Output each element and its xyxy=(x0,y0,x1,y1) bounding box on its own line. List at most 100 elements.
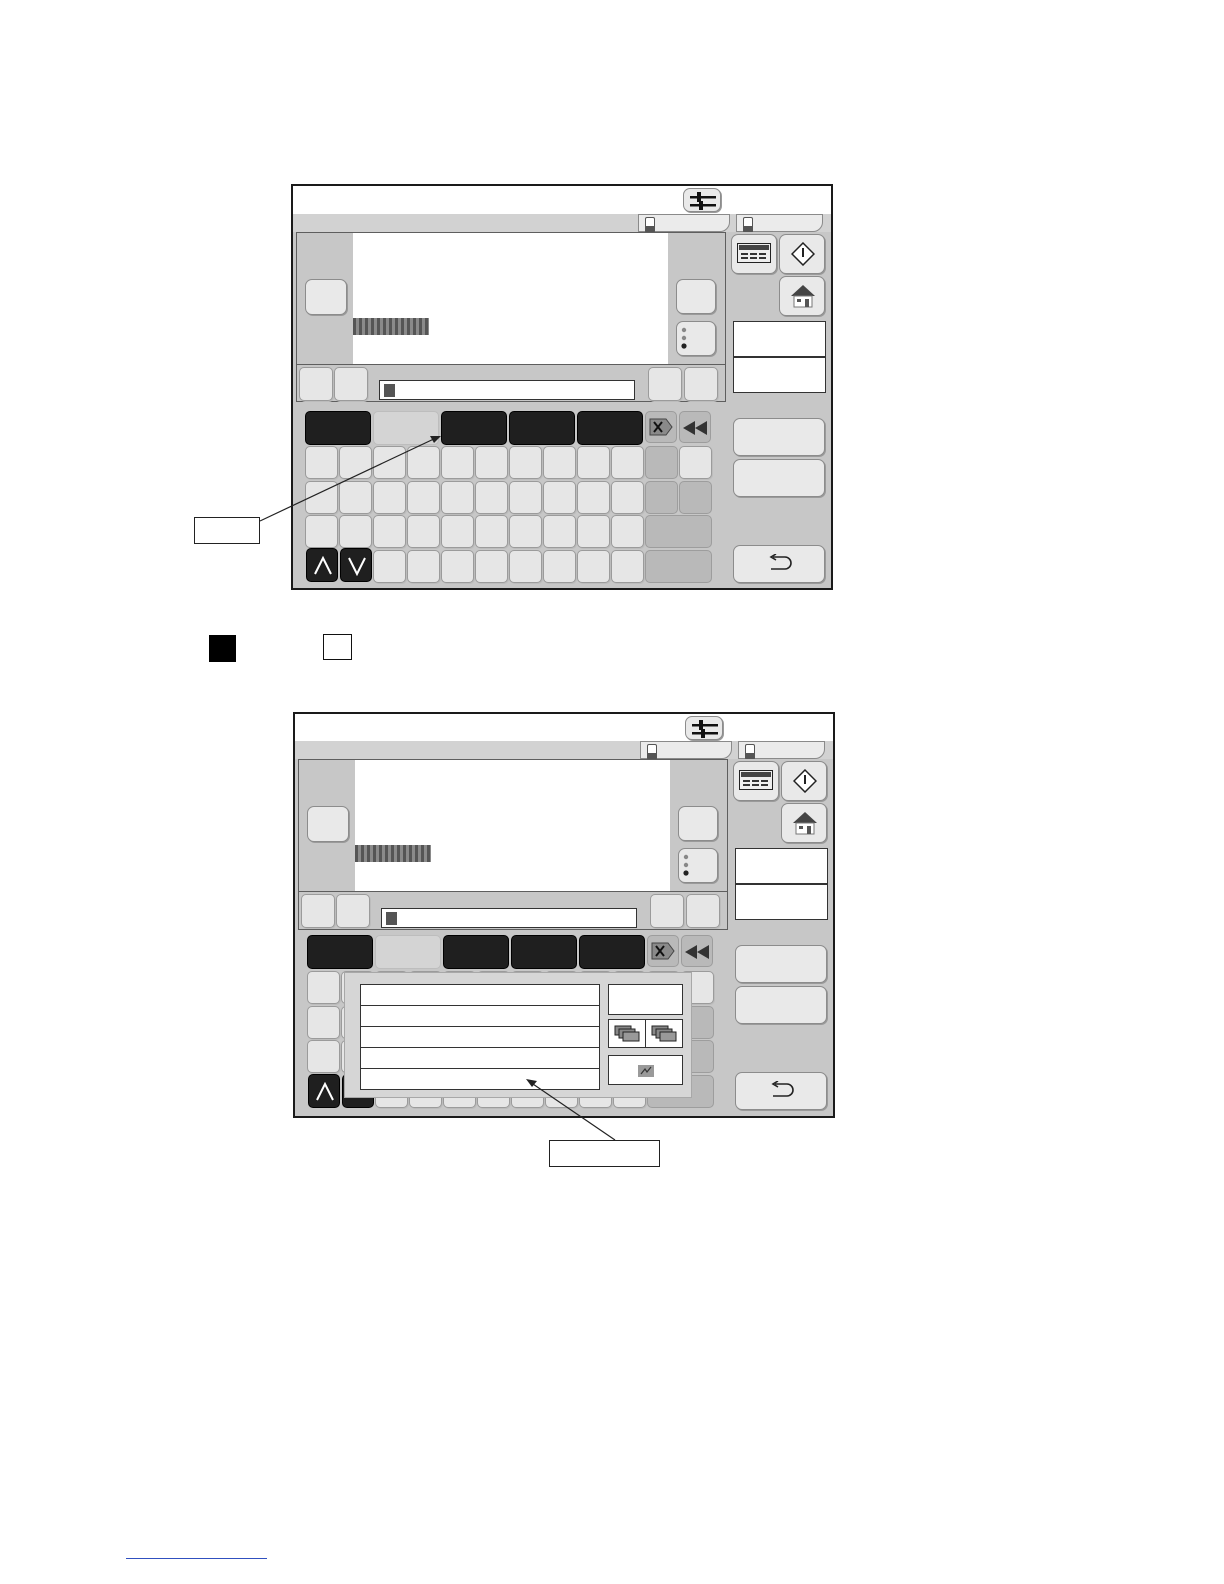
keyboard-key[interactable] xyxy=(339,515,372,548)
scroll-up-button[interactable] xyxy=(308,1074,340,1108)
copy-button-1[interactable] xyxy=(608,1019,646,1048)
list-item[interactable] xyxy=(360,1047,600,1069)
keyboard-key[interactable] xyxy=(441,480,474,514)
right-side-button[interactable] xyxy=(676,279,716,314)
mode-tab-4[interactable] xyxy=(511,935,577,969)
back-button[interactable] xyxy=(735,1072,827,1110)
input-row-button-3[interactable] xyxy=(650,894,684,928)
input-row-button-4[interactable] xyxy=(684,367,718,401)
home-button[interactable] xyxy=(781,803,827,843)
rewind-button[interactable] xyxy=(681,935,713,967)
left-side-button[interactable] xyxy=(307,806,349,842)
keyboard-key[interactable] xyxy=(577,515,610,548)
keyboard-key[interactable] xyxy=(543,446,576,479)
panel-view-button[interactable] xyxy=(733,761,779,801)
function-key[interactable] xyxy=(679,446,712,479)
keyboard-key[interactable] xyxy=(543,480,576,514)
keyboard-key[interactable] xyxy=(611,480,644,514)
rewind-button[interactable] xyxy=(679,411,711,443)
keyboard-key[interactable] xyxy=(407,446,440,479)
text-input[interactable] xyxy=(379,380,635,400)
more-options-button[interactable] xyxy=(678,848,718,883)
keyboard-key[interactable] xyxy=(305,480,338,514)
keyboard-key[interactable] xyxy=(509,515,542,548)
copy-button-2[interactable] xyxy=(645,1019,683,1048)
right-side-button[interactable] xyxy=(678,806,718,841)
mode-tab-2-selected[interactable] xyxy=(375,935,441,969)
list-item[interactable] xyxy=(360,1068,600,1090)
mode-tab-3[interactable] xyxy=(441,411,507,445)
keyboard-key[interactable] xyxy=(407,480,440,514)
keyboard-key[interactable] xyxy=(543,549,576,583)
mode-tab-3[interactable] xyxy=(443,935,509,969)
mode-tab-5[interactable] xyxy=(577,411,643,445)
start-button[interactable] xyxy=(781,761,827,801)
more-options-button[interactable] xyxy=(676,321,716,356)
input-row-button-2[interactable] xyxy=(336,894,370,928)
mode-tab-1[interactable] xyxy=(307,935,373,969)
list-item[interactable] xyxy=(360,1026,600,1048)
keyboard-key[interactable] xyxy=(611,446,644,479)
keyboard-key[interactable] xyxy=(373,446,406,479)
keyboard-key[interactable] xyxy=(339,480,372,514)
keyboard-key[interactable] xyxy=(509,480,542,514)
input-row-button-1[interactable] xyxy=(299,367,333,401)
mode-tab-1[interactable] xyxy=(305,411,371,445)
keyboard-key[interactable] xyxy=(509,446,542,479)
scroll-up-button[interactable] xyxy=(306,548,338,582)
keyboard-key[interactable] xyxy=(509,549,542,583)
function-key[interactable] xyxy=(679,480,712,514)
keyboard-key[interactable] xyxy=(307,1005,340,1039)
input-row-button-2[interactable] xyxy=(334,367,368,401)
side-action-button-1[interactable] xyxy=(735,945,827,983)
input-row-button-1[interactable] xyxy=(301,894,335,928)
keyboard-key[interactable] xyxy=(611,515,644,548)
enter-key[interactable] xyxy=(645,549,712,583)
keyboard-key[interactable] xyxy=(611,549,644,583)
function-key[interactable] xyxy=(645,446,678,479)
mode-tab-4[interactable] xyxy=(509,411,575,445)
list-item[interactable] xyxy=(360,1005,600,1027)
keyboard-key[interactable] xyxy=(543,515,576,548)
keyboard-key[interactable] xyxy=(475,446,508,479)
panel-view-button[interactable] xyxy=(731,234,777,274)
footer-link-underline[interactable] xyxy=(126,1558,267,1559)
input-row-button-4[interactable] xyxy=(686,894,720,928)
wide-function-key[interactable] xyxy=(645,515,712,548)
keyboard-key[interactable] xyxy=(373,515,406,548)
popup-confirm-button[interactable] xyxy=(608,984,683,1015)
text-input[interactable] xyxy=(381,908,637,928)
scroll-down-button[interactable] xyxy=(340,548,372,582)
keyboard-key[interactable] xyxy=(475,515,508,548)
keyboard-key[interactable] xyxy=(475,549,508,583)
keyboard-key[interactable] xyxy=(305,446,338,479)
mode-tab-5[interactable] xyxy=(579,935,645,969)
keyboard-key[interactable] xyxy=(305,515,338,548)
keyboard-key[interactable] xyxy=(339,446,372,479)
keyboard-key[interactable] xyxy=(407,515,440,548)
settings-button[interactable] xyxy=(683,188,721,212)
keyboard-key[interactable] xyxy=(441,515,474,548)
keyboard-key[interactable] xyxy=(373,480,406,514)
keyboard-key[interactable] xyxy=(577,480,610,514)
side-action-button-1[interactable] xyxy=(733,418,825,456)
settings-button[interactable] xyxy=(685,716,723,740)
start-button[interactable] xyxy=(779,234,825,274)
back-button[interactable] xyxy=(733,545,825,583)
keyboard-key[interactable] xyxy=(475,480,508,514)
input-row-button-3[interactable] xyxy=(648,367,682,401)
home-button[interactable] xyxy=(779,276,825,316)
side-action-button-2[interactable] xyxy=(733,459,825,497)
keyboard-key[interactable] xyxy=(577,549,610,583)
left-side-button[interactable] xyxy=(305,279,347,315)
keyboard-key[interactable] xyxy=(441,446,474,479)
keyboard-key[interactable] xyxy=(577,446,610,479)
keyboard-key[interactable] xyxy=(307,971,340,1004)
keyboard-key[interactable] xyxy=(441,549,474,583)
edit-button[interactable] xyxy=(608,1055,683,1085)
function-key[interactable] xyxy=(645,480,678,514)
delete-button[interactable] xyxy=(647,935,679,967)
mode-tab-2-selected[interactable] xyxy=(373,411,439,445)
keyboard-key[interactable] xyxy=(307,1040,340,1073)
side-action-button-2[interactable] xyxy=(735,986,827,1024)
